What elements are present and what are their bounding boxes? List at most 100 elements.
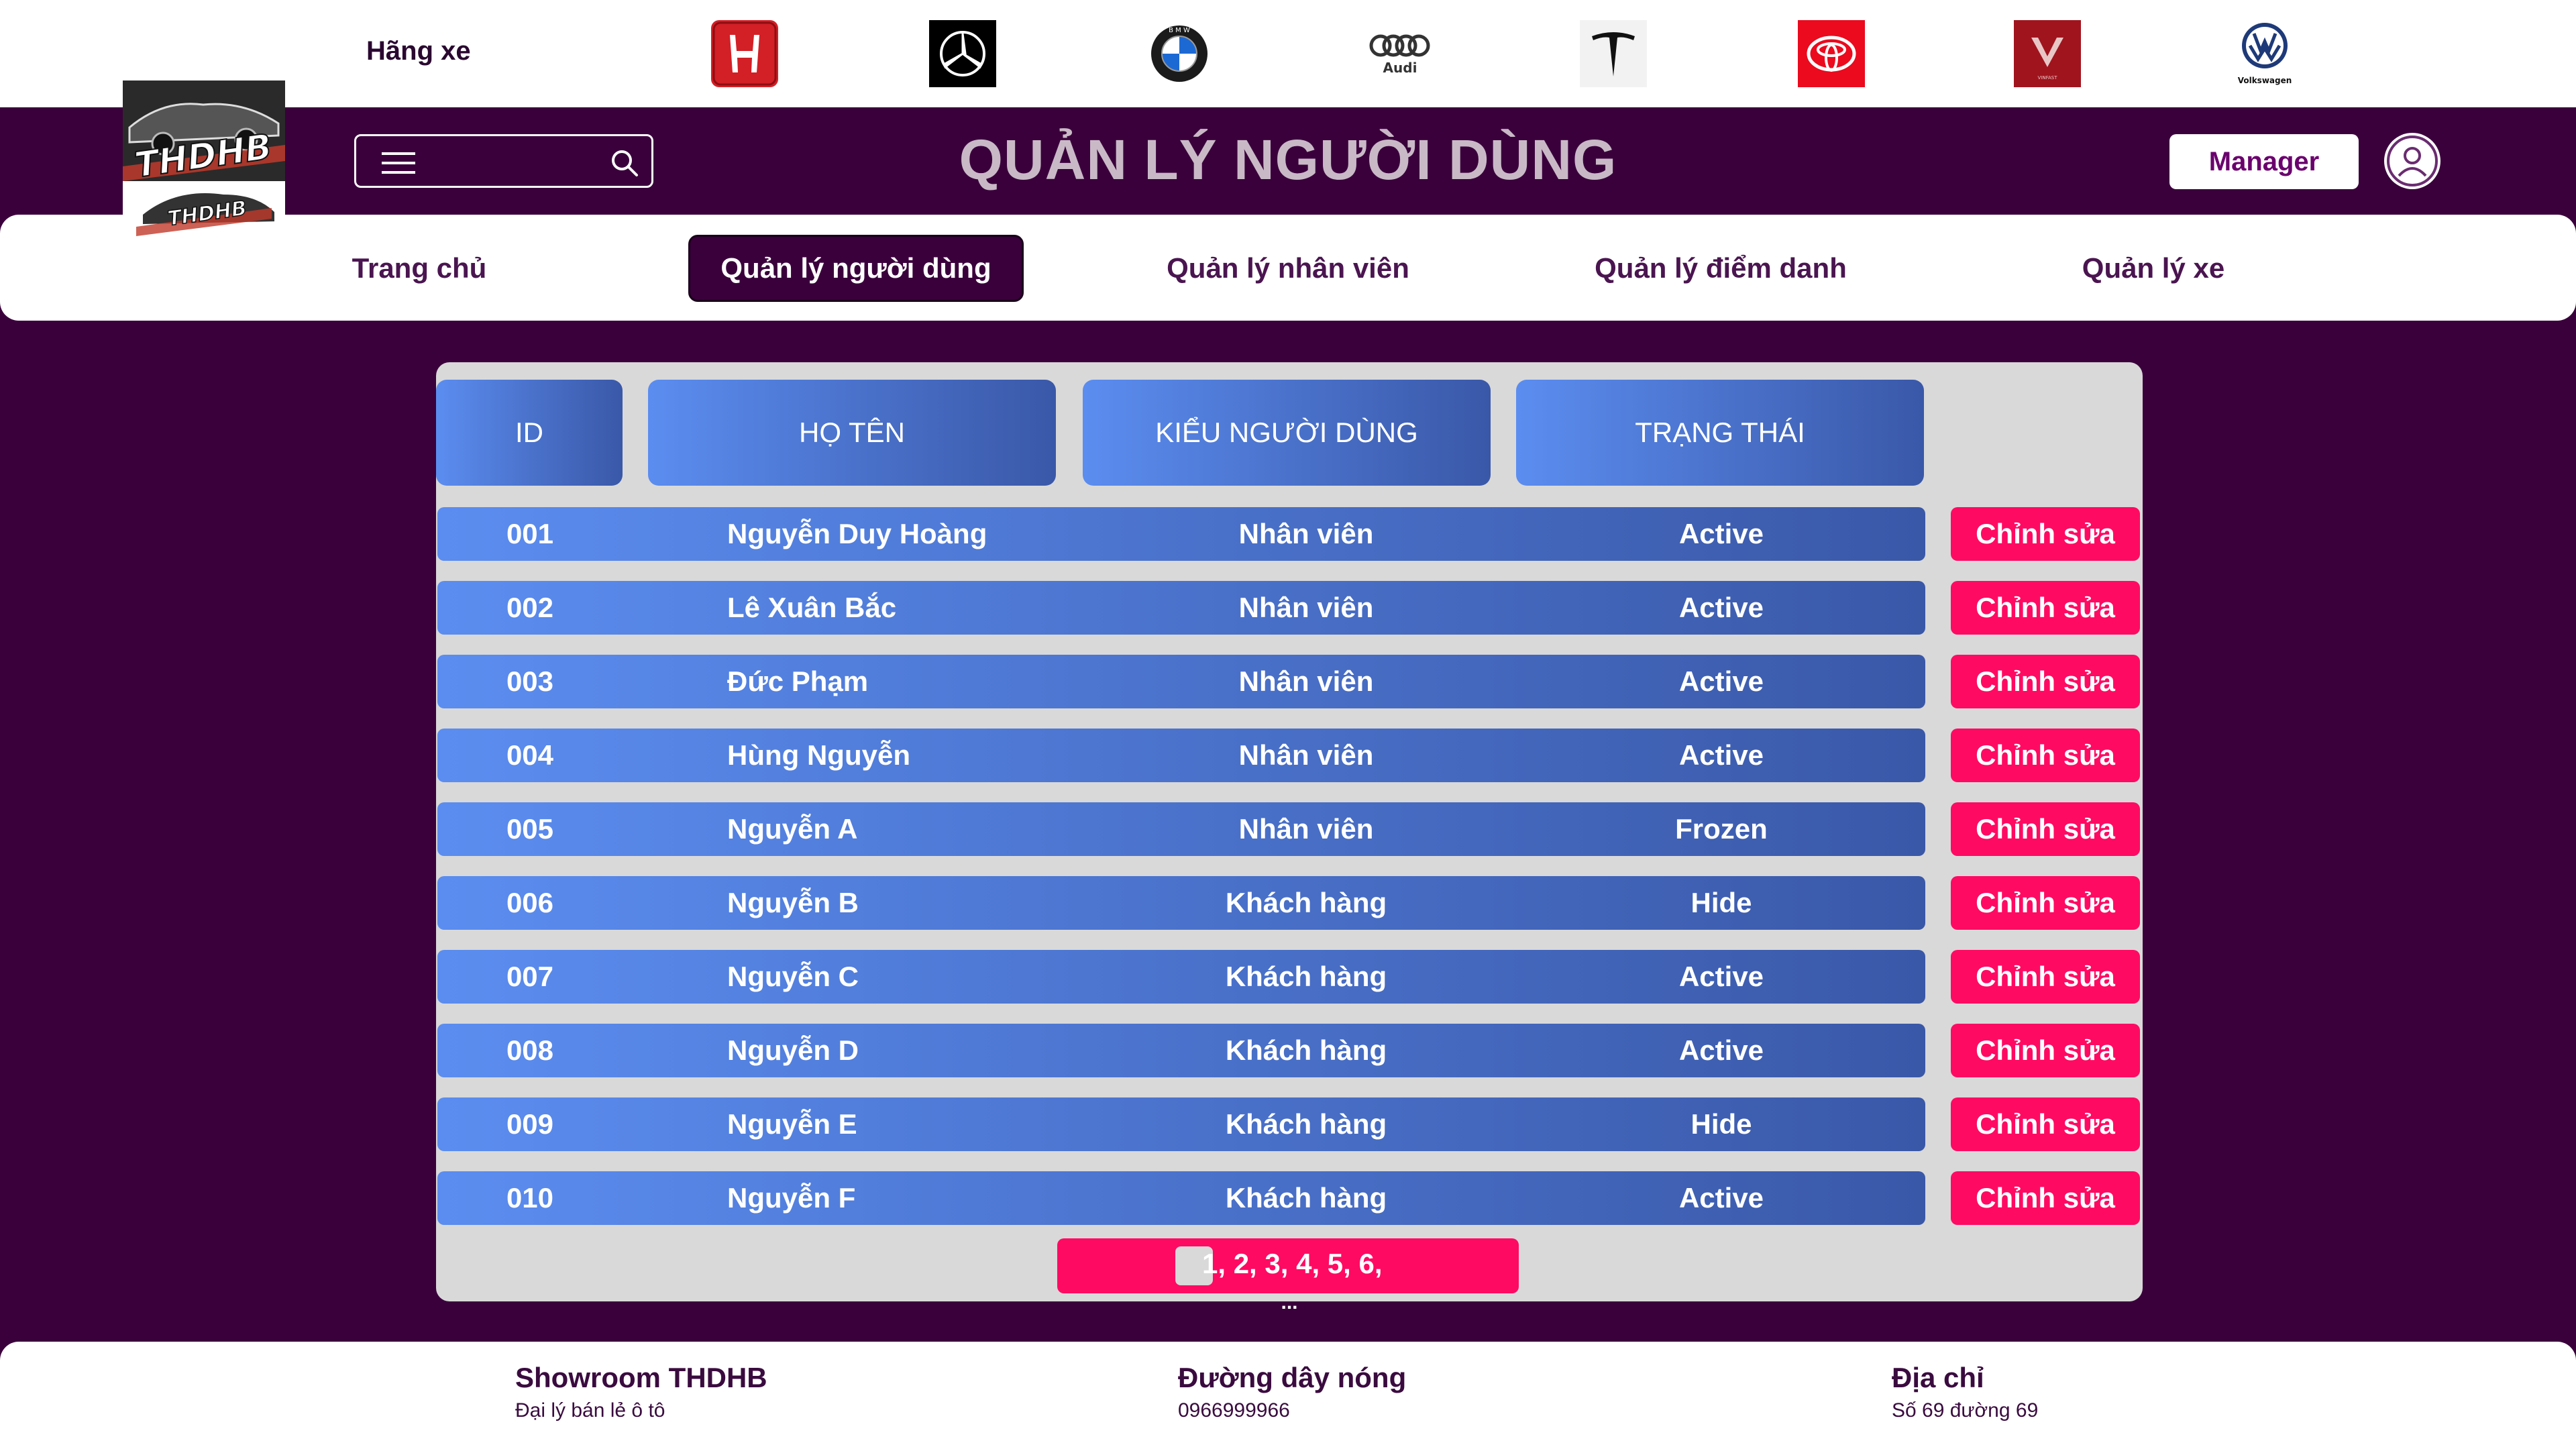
- header-status: TRẠNG THÁI: [1516, 380, 1924, 486]
- cell-type: Khách hàng: [1225, 1108, 1387, 1140]
- site-logo[interactable]: THDHB THDHB: [123, 80, 285, 240]
- cell-status: Active: [1678, 665, 1764, 697]
- svg-text:Volkswagen: Volkswagen: [2238, 76, 2292, 85]
- car-logo-icon: THDHB THDHB: [123, 80, 285, 240]
- menu-icon[interactable]: [382, 150, 415, 176]
- cell-name: Đức Phạm: [727, 665, 869, 697]
- footer-address: Địa chỉ Số 69 đường 69: [1892, 1362, 2038, 1422]
- volkswagen-logo[interactable]: Volkswagen: [2231, 20, 2298, 87]
- table-row: 008 Nguyễn D Khách hàng Active: [437, 1024, 1925, 1077]
- pagination[interactable]: 1, 2, 3, 4, 5, 6,: [1057, 1238, 1519, 1293]
- cell-name: Nguyễn C: [727, 961, 859, 992]
- mercedes-logo[interactable]: [929, 20, 996, 87]
- cell-status: Active: [1678, 739, 1764, 771]
- edit-button[interactable]: Chỉnh sửa: [1951, 1171, 2140, 1225]
- vinfast-logo[interactable]: VINFAST: [2014, 20, 2081, 87]
- cell-id: 007: [506, 961, 554, 992]
- pagination-more[interactable]: ...: [436, 1293, 2143, 1313]
- cell-id: 003: [506, 665, 554, 697]
- cell-id: 009: [506, 1108, 554, 1140]
- cell-id: 002: [506, 592, 554, 623]
- footer-showroom-title: Showroom THDHB: [515, 1362, 767, 1393]
- cell-type: Nhân viên: [1238, 813, 1374, 845]
- footer-address-value: Số 69 đường 69: [1892, 1399, 2039, 1421]
- cell-name: Nguyễn F: [727, 1182, 856, 1214]
- toyota-logo[interactable]: [1798, 20, 1865, 87]
- header-user-type: KIỂU NGƯỜI DÙNG: [1083, 380, 1491, 486]
- footer-hotline-value[interactable]: 0966999966: [1178, 1399, 1406, 1422]
- search-icon[interactable]: [610, 148, 639, 178]
- footer-hotline: Đường dây nóng 0966999966: [1178, 1362, 1406, 1422]
- footer-address-title: Địa chỉ: [1892, 1362, 1984, 1393]
- cell-id: 005: [506, 813, 554, 845]
- footer: Showroom THDHB Đại lý bán lẻ ô tô Đường …: [0, 1342, 2576, 1449]
- cell-status: Frozen: [1675, 813, 1768, 845]
- cell-status: Hide: [1690, 887, 1752, 918]
- nav-item-staff-management[interactable]: Quản lý nhân viên: [1147, 235, 1429, 302]
- cell-type: Khách hàng: [1225, 887, 1387, 918]
- table-row: 007 Nguyễn C Khách hàng Active: [437, 950, 1925, 1004]
- cell-name: Nguyễn E: [727, 1108, 857, 1140]
- svg-text:Audi: Audi: [1383, 60, 1417, 76]
- svg-text:B M W: B M W: [1169, 27, 1190, 34]
- footer-showroom: Showroom THDHB Đại lý bán lẻ ô tô: [515, 1362, 767, 1422]
- cell-id: 008: [506, 1034, 554, 1066]
- edit-button[interactable]: Chỉnh sửa: [1951, 581, 2140, 635]
- cell-type: Nhân viên: [1238, 739, 1374, 771]
- tesla-icon: [1580, 20, 1647, 87]
- table-row: 009 Nguyễn E Khách hàng Hide: [437, 1097, 1925, 1151]
- honda-icon: [711, 20, 778, 87]
- table-row: 001 Nguyễn Duy Hoàng Nhân viên Active: [437, 507, 1925, 561]
- cell-type: Nhân viên: [1238, 518, 1374, 549]
- edit-button[interactable]: Chỉnh sửa: [1951, 1024, 2140, 1077]
- edit-button[interactable]: Chỉnh sửa: [1951, 950, 2140, 1004]
- user-table-panel: ID HỌ TÊN KIỂU NGƯỜI DÙNG TRẠNG THÁI 001…: [436, 362, 2143, 1313]
- edit-button[interactable]: Chỉnh sửa: [1951, 876, 2140, 930]
- page-title: QUẢN LÝ NGƯỜI DÙNG: [959, 128, 1617, 191]
- edit-button[interactable]: Chỉnh sửa: [1951, 1097, 2140, 1151]
- cell-name: Nguyễn Duy Hoàng: [727, 518, 987, 549]
- cell-id: 001: [506, 518, 554, 549]
- cell-type: Khách hàng: [1225, 961, 1387, 992]
- cell-id: 004: [506, 739, 554, 771]
- cell-name: Hùng Nguyễn: [727, 739, 910, 771]
- cell-status: Active: [1678, 592, 1764, 623]
- svg-text:VINFAST: VINFAST: [2038, 75, 2058, 80]
- nav-item-home[interactable]: Trang chủ: [335, 235, 503, 302]
- table-row: 003 Đức Phạm Nhân viên Active: [437, 655, 1925, 708]
- toyota-icon: [1798, 20, 1865, 87]
- brand-bar: Hãng xe B M W Audi VINFAST Volkswagen: [0, 0, 2576, 107]
- cell-name: Nguyễn A: [727, 813, 858, 845]
- edit-button[interactable]: Chỉnh sửa: [1951, 802, 2140, 856]
- volkswagen-icon: Volkswagen: [2238, 23, 2292, 85]
- cell-name: Nguyễn D: [727, 1034, 859, 1066]
- cell-type: Nhân viên: [1238, 592, 1374, 623]
- nav-item-attendance-management[interactable]: Quản lý điểm danh: [1570, 235, 1872, 302]
- search-box[interactable]: [354, 134, 653, 188]
- footer-showroom-sub: Đại lý bán lẻ ô tô: [515, 1399, 665, 1421]
- audi-icon: Audi: [1369, 34, 1430, 76]
- cell-type: Nhân viên: [1238, 665, 1374, 697]
- audi-logo[interactable]: Audi: [1363, 20, 1437, 87]
- nav-item-car-management[interactable]: Quản lý xe: [2053, 235, 2254, 302]
- page-numbers[interactable]: 1, 2, 3, 4, 5, 6,: [1202, 1248, 1383, 1280]
- manager-button[interactable]: Manager: [2169, 134, 2359, 189]
- honda-logo[interactable]: [711, 20, 778, 87]
- cell-type: Khách hàng: [1225, 1182, 1387, 1214]
- nav-item-user-management[interactable]: Quản lý người dùng: [688, 235, 1024, 302]
- user-avatar[interactable]: [2384, 133, 2440, 189]
- cell-name: Lê Xuân Bắc: [727, 592, 897, 623]
- edit-button[interactable]: Chỉnh sửa: [1951, 729, 2140, 782]
- bmw-logo[interactable]: B M W: [1146, 20, 1213, 87]
- edit-button[interactable]: Chỉnh sửa: [1951, 507, 2140, 561]
- tesla-logo[interactable]: [1580, 20, 1647, 87]
- cell-id: 006: [506, 887, 554, 918]
- table-row: 006 Nguyễn B Khách hàng Hide: [437, 876, 1925, 930]
- table-row: 002 Lê Xuân Bắc Nhân viên Active: [437, 581, 1925, 635]
- mercedes-icon: [929, 20, 996, 87]
- vinfast-icon: VINFAST: [2014, 20, 2081, 87]
- main-nav: Trang chủ Quản lý người dùng Quản lý nhâ…: [0, 215, 2576, 321]
- edit-button[interactable]: Chỉnh sửa: [1951, 655, 2140, 708]
- header-fullname: HỌ TÊN: [648, 380, 1056, 486]
- table-row: 005 Nguyễn A Nhân viên Frozen: [437, 802, 1925, 856]
